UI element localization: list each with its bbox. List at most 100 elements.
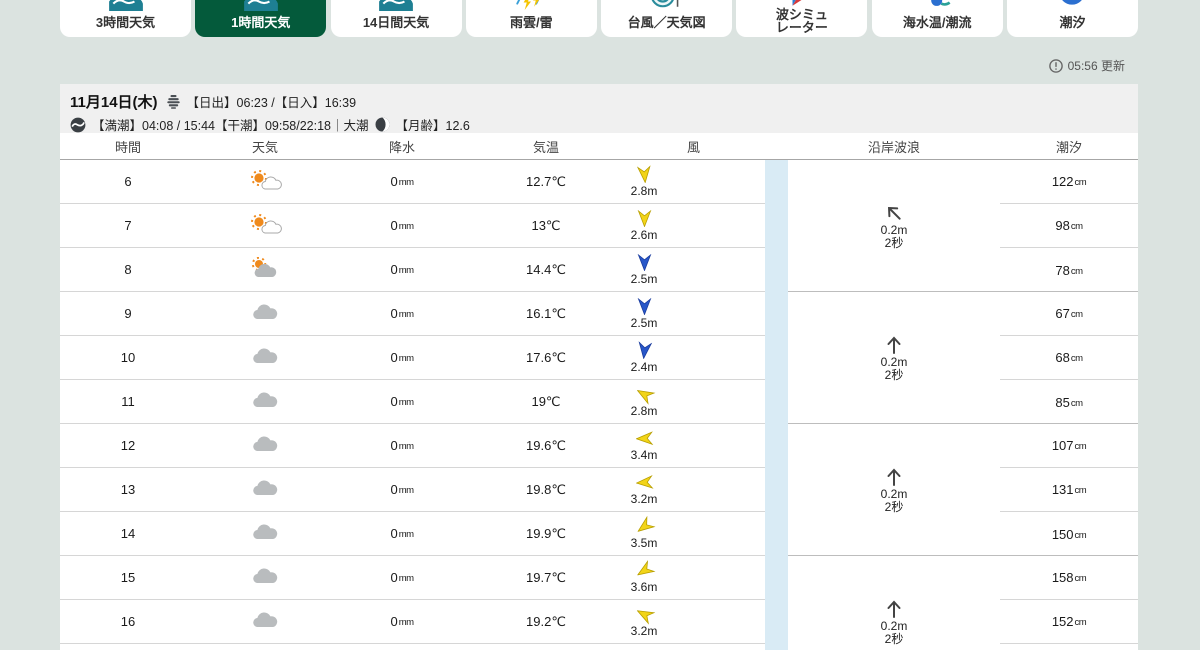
wave-direction-arrow-icon <box>883 466 905 488</box>
table-row: 15 0 mm 19.7℃ 3.6m <box>60 556 765 600</box>
temp-value: 17.6℃ <box>526 349 566 365</box>
time-value: 7 <box>124 218 132 233</box>
wind-speed-value: 3.2m <box>630 491 658 506</box>
tide-cell: 150 cm <box>1000 512 1138 556</box>
tide-value: 150 <box>1051 526 1074 542</box>
tide-value: 85 <box>1055 394 1070 410</box>
time-cell: 13 <box>60 468 196 511</box>
table-row: 11 0 mm 19℃ 2.8m <box>60 380 765 424</box>
tide-value: 78 <box>1055 262 1070 278</box>
moon-age-label: 【月齢】12.6 <box>395 119 470 133</box>
weather-cell <box>196 380 334 423</box>
wind-cell: 2.5m <box>622 292 765 335</box>
tide-value: 67 <box>1055 306 1070 321</box>
header-col-time: 時間 <box>114 139 141 155</box>
wind-cell: 2.8m <box>622 160 765 203</box>
weather-3h-icon <box>107 0 145 11</box>
wind-cell: 3.6m <box>622 556 765 599</box>
wind-direction-arrow-icon <box>636 559 656 579</box>
weather-cell <box>196 512 334 555</box>
weather-cell <box>196 204 334 247</box>
precip-value: 0 <box>390 262 398 277</box>
wave-height-value: 0.2m <box>880 486 908 501</box>
temp-cell: 19℃ <box>470 380 622 423</box>
tide-unit: cm <box>1074 617 1087 628</box>
precip-unit: mm <box>398 485 414 496</box>
tide-unit: cm <box>1070 309 1083 320</box>
time-value: 9 <box>124 306 132 321</box>
update-info-icon <box>1048 58 1063 73</box>
date-header: 11月14日(木) 【日出】06:23 /【日入】16:39 【満潮】04:08… <box>60 84 1138 133</box>
header-col-wave: 沿岸波浪 <box>867 139 920 155</box>
table-row: 10 0 mm 17.6℃ 2.4m <box>60 336 765 380</box>
coastal-wave-cell: 0.2m 2秒 <box>788 424 1000 556</box>
temp-cell: 13℃ <box>470 204 622 247</box>
time-value: 12 <box>120 438 136 453</box>
tab-rain-cloud-lightning[interactable]: 雨雲/雷 <box>465 0 597 37</box>
precip-cell: 0 mm <box>334 336 470 379</box>
time-value: 16 <box>120 614 136 629</box>
time-value: 11 <box>121 394 135 409</box>
wind-indicator: 2.4m <box>626 340 662 374</box>
tab-wave-simulator[interactable]: 波シミュ レーター <box>736 0 868 37</box>
weather-cell <box>196 600 334 643</box>
sun-cloud-icon <box>248 212 282 239</box>
tide-column: 122 cm 98 cm 78 cm <box>1000 160 1138 292</box>
tide-unit: cm <box>1074 177 1087 188</box>
tab-weather-14d[interactable]: 14日間天気 <box>330 0 462 37</box>
wind-indicator: 3.5m <box>626 515 662 550</box>
tide-unit: cm <box>1070 353 1083 364</box>
tab-weather-3h[interactable]: 3時間天気 <box>60 0 191 37</box>
tide-value: 68 <box>1055 350 1070 365</box>
table-header-row: 時間 天気 降水 気温 風 沿岸波浪 潮汐 <box>60 133 1138 160</box>
tide-value: 107 <box>1051 438 1074 453</box>
tide-unit: cm <box>1074 529 1087 541</box>
wind-speed-value: 3.5m <box>630 535 658 550</box>
sunrise-sunset-icon <box>166 94 181 109</box>
precip-unit: mm <box>398 441 414 452</box>
tab-weather-1h[interactable]: 1時間天気 <box>195 0 327 37</box>
tide-unit: cm <box>1074 573 1087 584</box>
precip-cell: 0 mm <box>334 556 470 599</box>
hourly-rows: 6 0 mm 12.7℃ 2.8m 7 0 mm 13℃ 2.6m 8 0 mm 14.4℃ 2.5m 9 0 m… <box>60 160 765 650</box>
tab-label: 雨雲/雷 <box>510 15 553 30</box>
temp-value: 19.2℃ <box>526 613 566 629</box>
temp-cell: 19.7℃ <box>470 556 622 599</box>
cloud-icon <box>250 390 280 413</box>
tab-typhoon-chart[interactable]: 台風／天気図 <box>601 0 733 37</box>
wind-indicator: 2.6m <box>626 209 662 242</box>
tide-cell: 107 cm <box>1000 424 1138 468</box>
tide-value: 98 <box>1055 218 1070 233</box>
temp-value: 13℃ <box>531 217 561 233</box>
cloud-icon <box>250 302 280 325</box>
tab-tide[interactable]: 潮汐 <box>1006 0 1138 37</box>
coastal-wave-cell: 0.2m 2秒 <box>788 556 1000 650</box>
precip-unit: mm <box>398 309 414 320</box>
tide-cell <box>1000 644 1138 650</box>
time-cell: 8 <box>60 248 196 291</box>
tide-column: 67 cm 68 cm 85 cm <box>1000 292 1138 424</box>
tide-cell: 98 cm <box>1000 204 1138 248</box>
wave-direction-arrow-icon <box>883 334 905 356</box>
wind-direction-arrow-icon <box>636 164 652 184</box>
wind-cell: 3.2m <box>622 600 765 643</box>
precip-value: 0 <box>390 174 398 189</box>
time-cell: 14 <box>60 512 196 555</box>
wind-speed-value: 3.4m <box>630 447 658 462</box>
wind-cell: 3.5m <box>622 512 765 555</box>
precip-value: 0 <box>390 350 398 365</box>
weather-cell <box>196 336 334 379</box>
tide-cell: 78 cm <box>1000 248 1138 292</box>
time-cell: 16 <box>60 600 196 643</box>
wind-direction-arrow-icon <box>636 515 656 535</box>
wave-group: 0.2m 2秒 107 cm 131 cm 150 cm <box>788 424 1138 556</box>
cloud-icon <box>250 610 280 633</box>
tab-sea-temp-current[interactable]: 海水温/潮流 <box>871 0 1003 37</box>
tide-unit: cm <box>1070 265 1083 277</box>
wave-direction-arrow-icon <box>883 598 905 620</box>
time-cell: 7 <box>60 204 196 247</box>
weather-page: 3時間天気 1時間天気 14日間天気 雨雲/雷 台風／天気図 波シミュ レーター 海水温/潮… <box>0 0 1200 650</box>
time-cell: 9 <box>60 292 196 335</box>
rain-cloud-lightning-icon <box>512 0 550 11</box>
time-cell: 15 <box>60 556 196 599</box>
